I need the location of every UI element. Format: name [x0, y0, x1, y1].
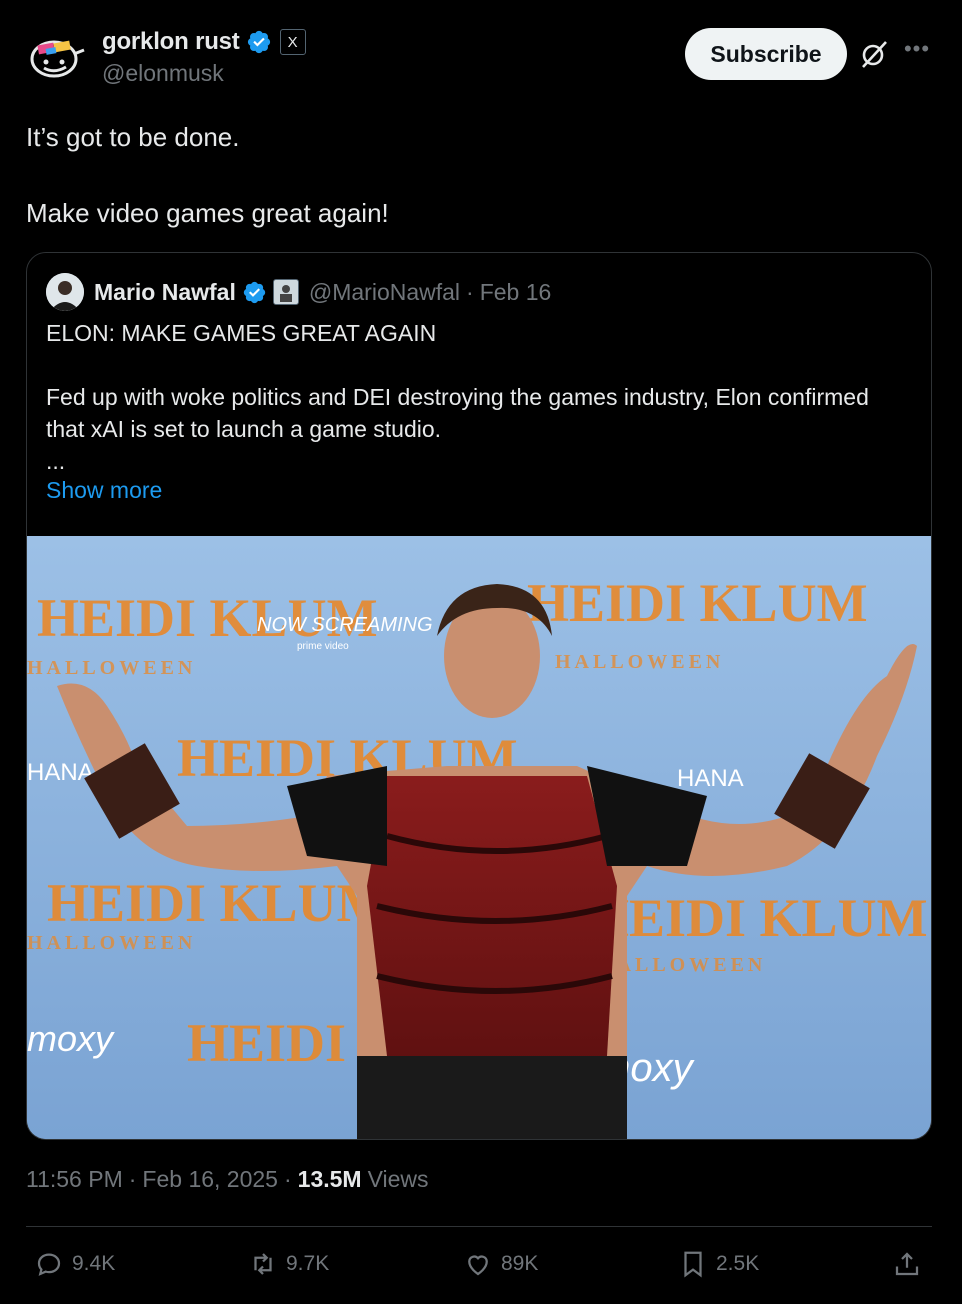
quote-ellipsis: ...: [46, 448, 66, 474]
quote-header: Mario Nawfal @MarioNawfal · Feb 16: [46, 273, 551, 311]
grok-icon[interactable]: [858, 38, 890, 70]
quote-date[interactable]: Feb 16: [480, 279, 552, 306]
quote-body: ELON: MAKE GAMES GREAT AGAIN Fed up with…: [46, 317, 906, 477]
divider: [26, 1226, 932, 1227]
like-count: 89K: [501, 1252, 539, 1275]
reply-count: 9.4K: [72, 1252, 116, 1275]
repost-icon: [254, 1253, 272, 1275]
bookmark-icon: [684, 1251, 702, 1278]
author-name-row: gorklon rust X: [102, 28, 306, 56]
author-handle[interactable]: @elonmusk: [102, 60, 224, 87]
quote-handle: @MarioNawfal: [308, 278, 461, 305]
verified-badge-icon[interactable]: [246, 29, 272, 55]
backdrop-text: HEIDI KLUM: [527, 573, 868, 633]
sponsor-subtext: prime video: [297, 641, 349, 652]
like-button[interactable]: 89K: [463, 1240, 538, 1288]
author-display-name[interactable]: gorklon rust: [102, 28, 240, 56]
tweet-time[interactable]: 11:56 PM: [26, 1166, 123, 1193]
tweet-text: It’s got to be done. Make video games gr…: [26, 118, 389, 232]
tweet-date[interactable]: Feb 16, 2025: [142, 1166, 278, 1193]
sponsor-text: NOW SCREAMING: [257, 614, 433, 636]
tweet-line-1: It’s got to be done.: [26, 122, 240, 152]
subscribe-button[interactable]: Subscribe: [685, 28, 847, 80]
quote-separator: ·: [466, 278, 474, 305]
quote-photo[interactable]: HEIDI KLUM HEIDI KLUM HEIDI KLUM HEIDI K…: [27, 536, 931, 1139]
bookmark-button[interactable]: 2.5K: [678, 1240, 759, 1288]
repost-count: 9.7K: [286, 1252, 330, 1275]
meta-separator: ·: [283, 1166, 292, 1192]
reply-icon: [37, 1253, 61, 1276]
action-bar: 9.4K 9.7K 89K 2.5K: [0, 1240, 962, 1290]
heart-icon: [468, 1255, 488, 1276]
backdrop-subtext: HALLOWEEN: [27, 657, 196, 679]
quote-author-avatar[interactable]: [46, 273, 84, 311]
repost-button[interactable]: 9.7K: [248, 1240, 329, 1288]
backdrop-subtext: HALLOWEEN: [27, 932, 196, 954]
views-label: Views: [367, 1166, 429, 1192]
backdrop-subtext: HALLOWEEN: [555, 651, 724, 673]
quote-affiliate-badge: [272, 279, 299, 305]
tweet-meta: 11:56 PM · Feb 16, 2025 · 13.5M Views: [26, 1166, 429, 1193]
verified-badge-icon: [243, 281, 266, 303]
tweet-line-2: Make video games great again!: [26, 198, 389, 228]
hana-text: HANA: [27, 759, 94, 786]
hana-text: HANA: [677, 765, 744, 792]
backdrop-text: HEIDI KLUM: [587, 888, 928, 948]
tweet-header: gorklon rust X @elonmusk Subscribe •••: [0, 0, 962, 110]
backdrop-text: HEIDI KLUM: [47, 873, 388, 933]
quoted-tweet[interactable]: Mario Nawfal @MarioNawfal · Feb 16 ELON:…: [26, 252, 932, 1140]
share-button[interactable]: [892, 1240, 922, 1288]
show-more-link[interactable]: Show more: [46, 477, 162, 504]
bookmark-count: 2.5K: [716, 1252, 760, 1275]
photo-illustration: HEIDI KLUM HEIDI KLUM HEIDI KLUM HEIDI K…: [27, 536, 931, 1139]
reply-button[interactable]: 9.4K: [34, 1240, 115, 1288]
author-avatar[interactable]: [26, 32, 86, 82]
quote-headline: ELON: MAKE GAMES GREAT AGAIN: [46, 320, 437, 346]
quote-body-text: Fed up with woke politics and DEI destro…: [46, 384, 869, 442]
venue-text: moxy: [27, 1018, 115, 1059]
quote-display-name[interactable]: Mario Nawfal: [94, 279, 236, 306]
affiliate-badge[interactable]: X: [279, 29, 306, 55]
views-count[interactable]: 13.5M: [298, 1166, 362, 1193]
more-icon[interactable]: •••: [902, 36, 932, 70]
meta-separator: ·: [128, 1166, 137, 1192]
share-icon: [895, 1252, 919, 1276]
